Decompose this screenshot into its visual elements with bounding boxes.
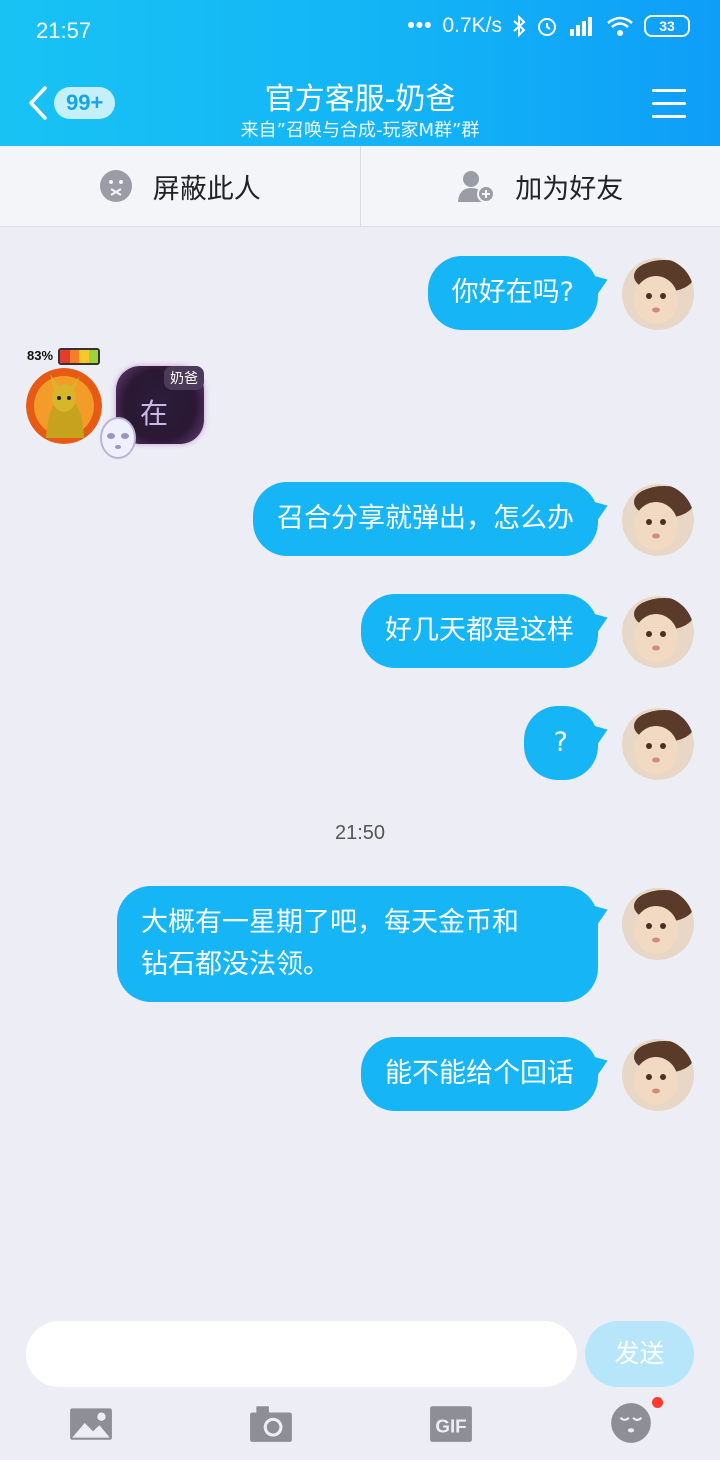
add-friend-button[interactable]: 加为好友 (359, 146, 720, 226)
block-icon (99, 170, 132, 202)
signal-icon (570, 17, 592, 36)
dots-icon: ••• (407, 14, 433, 37)
message-text: ? (553, 727, 568, 758)
message-text-line: 钻石都没法领。 (141, 949, 330, 980)
message-bubble[interactable]: 好几天都是这样 (361, 594, 598, 668)
notification-dot (652, 1397, 663, 1408)
message-input[interactable] (26, 1321, 577, 1387)
message-text: 召合分享就弹出，怎么办 (277, 503, 574, 534)
message-text: 好几天都是这样 (385, 615, 574, 646)
network-speed: 0.7K/s (442, 14, 502, 37)
battery-icon (58, 348, 100, 365)
avatar[interactable] (622, 888, 694, 960)
avatar[interactable] (622, 258, 694, 330)
wifi-icon (607, 16, 633, 36)
sender-tag: 奶爸 (164, 366, 204, 390)
message-text: 能不能给个回话 (385, 1058, 574, 1089)
message-text-line: 大概有一星期了吧，每天金币和 (141, 907, 519, 938)
add-friend-label: 加为好友 (515, 173, 624, 205)
message-bubble[interactable]: 召合分享就弹出，怎么办 (253, 482, 598, 556)
avatar[interactable] (622, 484, 694, 556)
chat-header: 21:57 ••• 0.7K/s 33 99+ 官方客服-奶爸 来自”召唤与合成… (0, 0, 720, 146)
svg-text:GIF: GIF (435, 1415, 466, 1436)
status-time: 21:57 (36, 18, 92, 43)
status-icons: ••• 0.7K/s 33 (407, 14, 690, 38)
emoji-icon[interactable] (608, 1400, 654, 1446)
image-icon[interactable] (68, 1400, 114, 1446)
message-text: 在 (140, 397, 169, 430)
message-bubble[interactable]: 大概有一星期了吧，每天金币和 钻石都没法领。 (117, 886, 598, 1002)
chat-subtitle: 来自”召唤与合成-玩家M群”群 (240, 120, 480, 141)
message-bubble[interactable]: 你好在吗? (427, 256, 598, 330)
battery-percent-label: 83% (27, 348, 54, 363)
avatar[interactable] (622, 596, 694, 668)
chat-title: 官方客服-奶爸 (264, 82, 456, 117)
gif-icon[interactable]: GIF (428, 1400, 474, 1446)
avatar[interactable] (622, 1039, 694, 1111)
message-text: 你好在吗? (451, 277, 574, 308)
send-button[interactable]: 发送 (585, 1321, 694, 1387)
action-bar: 屏蔽此人 加为好友 (0, 146, 720, 227)
block-user-label: 屏蔽此人 (152, 173, 261, 205)
message-bubble[interactable]: ? (523, 706, 598, 780)
block-user-button[interactable]: 屏蔽此人 (0, 146, 360, 226)
incoming-message: 83% 在 奶爸 (24, 346, 224, 466)
camera-icon[interactable] (248, 1400, 294, 1446)
menu-icon[interactable] (652, 89, 686, 119)
alarm-icon (538, 18, 556, 36)
bluetooth-icon (513, 15, 526, 37)
avatar[interactable] (622, 708, 694, 780)
add-friend-icon (458, 171, 496, 203)
message-bubble[interactable]: 能不能给个回话 (361, 1037, 598, 1111)
time-separator: 21:50 (334, 822, 386, 844)
mask-icon (100, 417, 136, 459)
avatar[interactable] (26, 368, 102, 444)
battery-indicator: 33 (644, 15, 690, 37)
